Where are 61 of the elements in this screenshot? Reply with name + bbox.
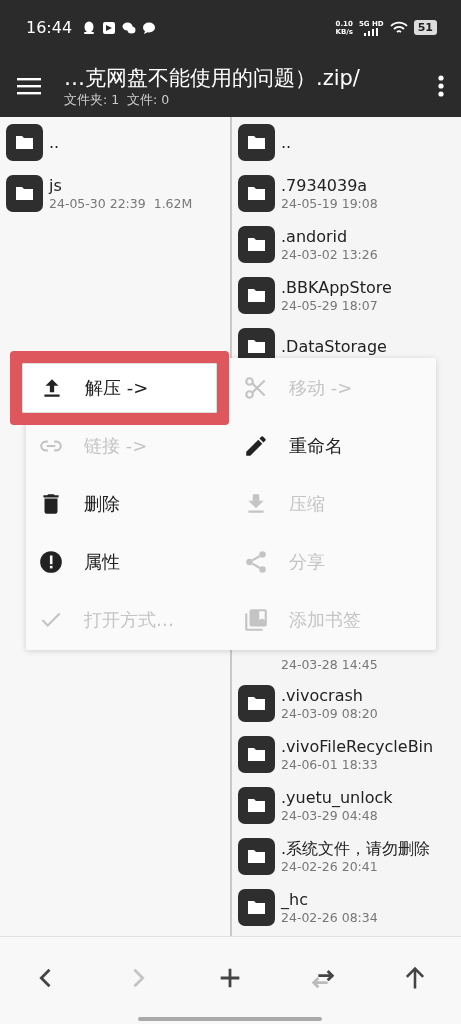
menu-item[interactable]: 重命名 bbox=[231, 417, 436, 475]
file-name: .7934039a bbox=[281, 175, 369, 196]
file-row[interactable]: .. bbox=[0, 117, 230, 168]
folder-icon bbox=[238, 889, 275, 926]
folder-icon bbox=[238, 226, 275, 263]
folder-icon bbox=[6, 124, 43, 161]
file-meta: 24-05-19 19:08 bbox=[281, 195, 378, 212]
file-meta: 24-03-09 08:20 bbox=[281, 705, 378, 722]
menu-item[interactable]: 属性 bbox=[26, 533, 231, 591]
file-row[interactable]: _hc 24-02-26 08:34 bbox=[232, 882, 461, 933]
file-name: .vivocrash bbox=[281, 685, 364, 706]
file-row[interactable]: .. bbox=[232, 117, 461, 168]
pencil-icon bbox=[243, 433, 269, 459]
file-meta: 24-03-29 04:48 bbox=[281, 807, 379, 824]
menu-item[interactable]: 删除 bbox=[26, 475, 231, 533]
file-name: .系统文件，请勿删除 bbox=[281, 838, 431, 859]
path-title: …克网盘不能使用的问题）.zip/ bbox=[64, 64, 361, 92]
folder-icon bbox=[238, 277, 275, 314]
file-meta: 24-05-29 18:07 bbox=[281, 297, 379, 314]
folder-icon bbox=[238, 175, 275, 212]
alert-icon bbox=[38, 549, 64, 575]
file-row[interactable]: .BBKAppStore 24-05-29 18:07 bbox=[232, 270, 461, 321]
status-time: 16:44 bbox=[26, 18, 73, 37]
file-row[interactable]: js 24-05-30 22:39 1.62M bbox=[0, 168, 230, 219]
chat-icon bbox=[122, 20, 137, 35]
file-name: js bbox=[49, 175, 63, 196]
battery-level: 51 bbox=[413, 20, 437, 35]
file-row[interactable]: .vivoFileRecycleBin 24-06-01 18:33 bbox=[232, 729, 461, 780]
file-name: .andorid bbox=[281, 226, 349, 247]
file-name: .BBKAppStore bbox=[281, 277, 392, 298]
file-name: .yuetu_unlock bbox=[281, 787, 393, 808]
signal-icon bbox=[363, 27, 380, 36]
file-row[interactable]: .7934039a 24-05-19 19:08 bbox=[232, 168, 461, 219]
file-meta: 24-02-26 20:41 bbox=[281, 858, 379, 875]
file-row[interactable]: .andorid 24-03-02 13:26 bbox=[232, 219, 461, 270]
bookmark-icon bbox=[243, 607, 269, 633]
file-name: .. bbox=[49, 132, 60, 153]
folder-icon bbox=[238, 787, 275, 824]
folder-icon bbox=[238, 838, 275, 875]
wifi-icon bbox=[389, 20, 408, 35]
file-meta: 24-05-30 22:39 1.62M bbox=[49, 195, 193, 212]
message-icon bbox=[142, 20, 157, 35]
file-row[interactable]: .vivocrash 24-03-09 08:20 bbox=[232, 678, 461, 729]
more-icon[interactable] bbox=[437, 73, 445, 99]
file-meta: 24-03-02 13:26 bbox=[281, 246, 378, 263]
folder-icon bbox=[238, 124, 275, 161]
folder-icon bbox=[238, 685, 275, 722]
file-name: .DataStorage bbox=[281, 336, 387, 357]
file-meta: 24-02-26 08:34 bbox=[281, 909, 378, 926]
file-meta: 24-03-28 14:45 bbox=[281, 656, 378, 673]
file-name: .vivoFileRecycleBin bbox=[281, 736, 434, 757]
app-notification-icon bbox=[102, 20, 117, 35]
file-name: .. bbox=[281, 132, 292, 153]
file-name: _hc bbox=[281, 889, 309, 910]
folder-count: 文件夹: 1 文件: 0 bbox=[64, 91, 171, 109]
file-row[interactable]: .yuetu_unlock 24-03-29 04:48 bbox=[232, 780, 461, 831]
file-row[interactable]: .系统文件，请勿删除 24-02-26 20:41 bbox=[232, 831, 461, 882]
folder-icon bbox=[6, 175, 43, 212]
share-icon bbox=[243, 549, 269, 575]
file-meta: 24-06-01 18:33 bbox=[281, 756, 379, 773]
folder-icon bbox=[238, 736, 275, 773]
